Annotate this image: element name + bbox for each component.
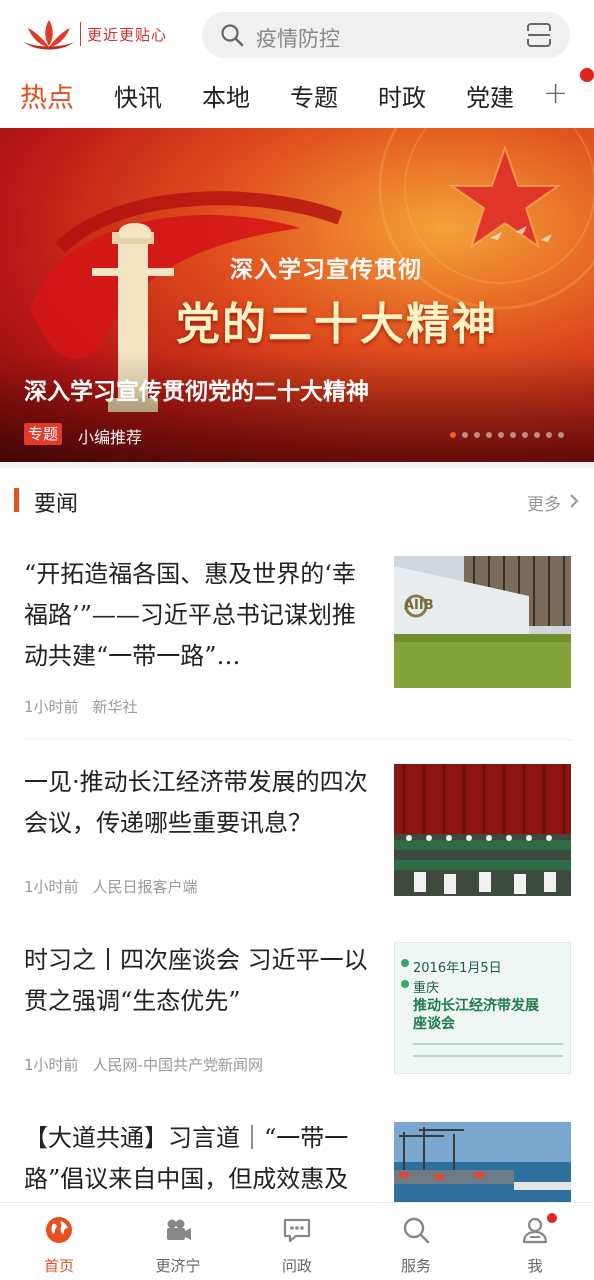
news-thumbnail[interactable]	[394, 764, 571, 896]
home-globe-icon	[46, 1217, 72, 1243]
banner-topic-tag: 专题	[24, 423, 63, 445]
section-title: 要闻	[34, 492, 79, 517]
news-item[interactable]: 【大道共通】习言道｜“一带一路”倡议来自中国，但成效惠及	[24, 1118, 572, 1202]
carousel-dot[interactable]	[462, 432, 468, 438]
news-separator	[24, 739, 572, 740]
news-time: 1小时前	[24, 698, 79, 716]
carousel-dot[interactable]	[486, 432, 492, 438]
thumb-bullet	[401, 959, 409, 967]
tab-party[interactable]: 党建	[466, 78, 514, 113]
search-placeholder[interactable]: 疫情防控	[256, 23, 340, 53]
section-accent-bar	[14, 488, 19, 512]
news-thumbnail[interactable]	[394, 1122, 571, 1202]
search-service-icon	[403, 1217, 430, 1244]
chat-bubble-icon	[283, 1218, 311, 1243]
nav-label: 首页	[43, 1257, 74, 1275]
news-thumbnail[interactable]: 2016年1月5日 重庆 推动长江经济带发展 座谈会	[394, 942, 571, 1074]
port-image	[394, 1122, 571, 1202]
thumb-headline: 座谈会	[413, 1016, 455, 1032]
more-link[interactable]: 更多	[527, 490, 561, 515]
thumb-bullet	[401, 980, 409, 988]
thumb-date: 2016年1月5日	[413, 961, 502, 976]
thumb-headline: 推动长江经济带发展	[413, 998, 539, 1014]
notification-dot	[580, 68, 594, 82]
news-time: 1小时前	[24, 878, 79, 896]
nav-label: 问政	[281, 1257, 312, 1275]
news-thumbnail[interactable]: AIIB	[394, 556, 571, 688]
nav-inquiry[interactable]: 问政	[238, 1203, 356, 1280]
thumb-logo-text: AIIB	[404, 598, 434, 613]
logo-divider	[80, 22, 81, 46]
thumb-text-line	[413, 1043, 563, 1045]
carousel-dot[interactable]	[522, 432, 528, 438]
user-profile-icon	[522, 1217, 548, 1244]
news-item[interactable]: 一见·推动长江经济带发展的四次会议，传递哪些重要讯息？ 1小时前 人民日报客户端	[24, 762, 572, 936]
aiib-building-image	[394, 556, 571, 688]
nav-label: 我	[527, 1257, 543, 1275]
news-title[interactable]: 【大道共通】习言道｜“一带一路”倡议来自中国，但成效惠及	[24, 1118, 374, 1200]
thumb-city: 重庆	[413, 981, 440, 996]
meeting-hall-image	[394, 764, 571, 896]
nav-service[interactable]: 服务	[357, 1203, 475, 1280]
chevron-right-icon[interactable]	[568, 493, 580, 509]
news-title[interactable]: “开拓造福各国、惠及世界的‘幸福路’”——习近平总书记谋划推动共建“一带一路”…	[24, 554, 374, 677]
news-source: 新华社	[92, 698, 138, 716]
app-header: 更近更贴心 疫情防控	[0, 0, 594, 70]
add-channel-button[interactable]: +	[543, 76, 568, 111]
news-time: 1小时前	[24, 1056, 79, 1074]
news-meta: 1小时前 人民日报客户端	[24, 876, 212, 897]
tab-hot[interactable]: 热点	[20, 76, 74, 115]
banner-headline: 党的二十大精神	[176, 299, 498, 350]
nav-more-jining[interactable]: 更济宁	[119, 1203, 237, 1280]
news-meta: 1小时前 新华社	[24, 696, 152, 717]
carousel-dot[interactable]	[450, 432, 456, 438]
news-title[interactable]: 时习之丨四次座谈会 习近平一以贯之强调“生态优先”	[24, 940, 374, 1022]
tab-local[interactable]: 本地	[202, 78, 250, 113]
nav-home[interactable]: 首页	[0, 1203, 118, 1280]
channel-tabs: 热点 快讯 本地 专题 时政 党建 +	[0, 70, 594, 128]
news-source: 人民网-中国共产党新闻网	[92, 1056, 263, 1074]
section-divider	[0, 462, 594, 468]
banner-subtitle: 深入学习宣传贯彻	[230, 257, 422, 283]
carousel-dot[interactable]	[558, 432, 564, 438]
logo-slogan: 更近更贴心	[87, 25, 168, 44]
search-bar[interactable]: 疫情防控	[202, 12, 570, 58]
news-source: 人民日报客户端	[92, 878, 198, 896]
carousel-dot[interactable]	[474, 432, 480, 438]
nav-label: 更济宁	[155, 1257, 201, 1275]
carousel-dot[interactable]	[498, 432, 504, 438]
thumb-text-line	[413, 1055, 563, 1057]
search-icon	[221, 24, 244, 47]
scan-icon[interactable]	[526, 22, 552, 48]
nav-label: 服务	[400, 1257, 431, 1275]
app-logo: 更近更贴心	[22, 14, 167, 54]
carousel-dot[interactable]	[546, 432, 552, 438]
profile-badge-dot	[547, 1213, 557, 1223]
news-item[interactable]: 时习之丨四次座谈会 习近平一以贯之强调“生态优先” 1小时前 人民网-中国共产党新…	[24, 940, 572, 1110]
lotus-logo-icon	[24, 20, 74, 50]
news-item[interactable]: “开拓造福各国、惠及世界的‘幸福路’”——习近平总书记谋划推动共建“一带一路”……	[24, 554, 572, 740]
hero-banner[interactable]: 深入学习宣传贯彻 党的二十大精神 深入学习宣传贯彻党的二十大精神 专题 小编推荐	[0, 128, 594, 462]
news-meta: 1小时前 人民网-中国共产党新闻网	[24, 1054, 277, 1075]
bottom-tab-bar: 首页 更济宁 问政 服务 我	[0, 1202, 594, 1280]
banner-caption[interactable]: 深入学习宣传贯彻党的二十大精神	[24, 372, 369, 406]
banner-recommend-label: 小编推荐	[78, 428, 143, 447]
tab-flash[interactable]: 快讯	[114, 78, 162, 113]
news-title[interactable]: 一见·推动长江经济带发展的四次会议，传递哪些重要讯息？	[24, 762, 374, 844]
tab-politics[interactable]: 时政	[378, 78, 426, 113]
tab-topic[interactable]: 专题	[290, 78, 338, 113]
nav-me[interactable]: 我	[476, 1203, 594, 1280]
carousel-indicator	[450, 432, 564, 438]
carousel-dot[interactable]	[510, 432, 516, 438]
carousel-dot[interactable]	[534, 432, 540, 438]
video-camera-icon	[167, 1219, 191, 1240]
